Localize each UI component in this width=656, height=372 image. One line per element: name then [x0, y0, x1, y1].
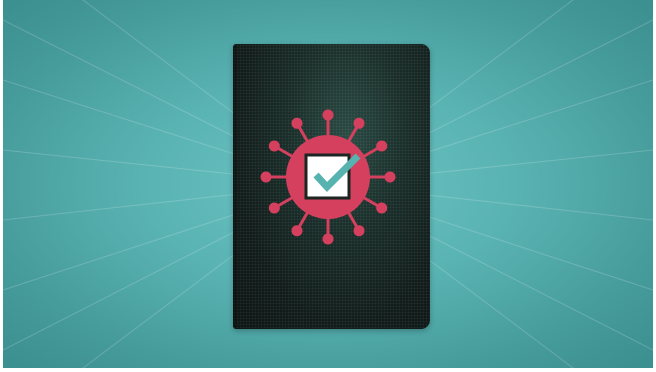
virus-spike-knob	[322, 233, 334, 245]
virus-spike-knob	[322, 109, 334, 121]
virus-spike-knob	[260, 171, 272, 183]
virus-spike-knob	[291, 225, 303, 237]
virus-icon	[260, 109, 396, 245]
illustration-frame	[0, 0, 656, 372]
virus-spike-knob	[268, 202, 280, 214]
checkbox-checked-icon	[304, 153, 361, 200]
virus-spike-knob	[353, 117, 365, 129]
virus-spike-knob	[376, 140, 388, 152]
virus-spike-knob	[376, 202, 388, 214]
virus-spike-knob	[353, 225, 365, 237]
virus-spike-knob	[268, 140, 280, 152]
virus-spike-knob	[384, 171, 396, 183]
virus-spike-knob	[291, 117, 303, 129]
